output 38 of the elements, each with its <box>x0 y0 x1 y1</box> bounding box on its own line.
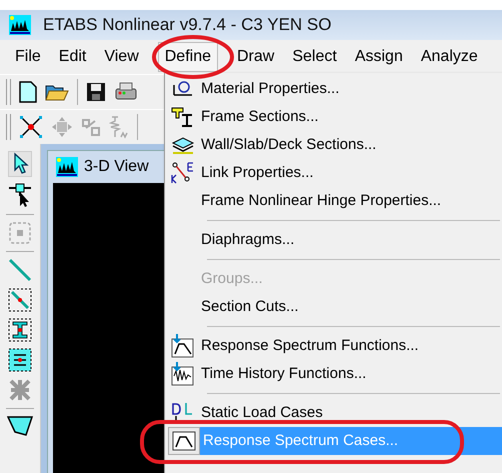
material-icon <box>172 79 194 99</box>
app-icon <box>56 157 78 177</box>
menu-item[interactable]: Wall/Slab/Deck Sections... <box>198 131 502 159</box>
menu-item[interactable]: Define <box>158 42 218 72</box>
pointer-node-icon[interactable] <box>8 182 32 208</box>
menu-item[interactable]: Static Load Cases <box>198 399 502 427</box>
pointer-icon[interactable] <box>9 152 31 176</box>
spectrum-function-icon <box>171 334 195 358</box>
polygon-icon[interactable] <box>7 415 33 437</box>
line-icon[interactable] <box>8 258 32 282</box>
time-history-function-icon <box>171 362 195 386</box>
menu-item[interactable]: Select <box>285 42 344 72</box>
spectrum-case-icon <box>172 431 196 451</box>
save-icon[interactable] <box>86 82 106 102</box>
app-icon <box>9 15 31 35</box>
menu-item[interactable]: Frame Nonlinear Hinge Properties... <box>198 187 502 215</box>
link-icon <box>171 161 195 185</box>
menu-item[interactable]: Edit <box>52 42 94 72</box>
node-icon[interactable] <box>19 115 43 139</box>
menu-item[interactable]: Link Properties... <box>198 159 502 187</box>
menu-item[interactable]: Analyze <box>414 42 485 72</box>
select-line-icon[interactable] <box>8 288 32 312</box>
child-window-title: 3-D View <box>84 158 149 176</box>
menu-item[interactable]: Frame Sections... <box>198 103 502 131</box>
list-box-icon[interactable] <box>8 348 32 372</box>
menu-item[interactable]: Diaphragms... <box>198 226 502 254</box>
new-file-icon[interactable] <box>19 81 37 103</box>
menu-item[interactable]: File <box>8 42 48 72</box>
window-title: ETABS Nonlinear v9.7.4 - C3 YEN SO <box>43 15 332 35</box>
frame-section-icon <box>171 106 195 128</box>
beam-box-icon[interactable] <box>8 318 32 342</box>
menu-item[interactable]: View <box>97 42 146 72</box>
menu-item[interactable]: Time History Functions... <box>198 360 502 388</box>
menu-item[interactable]: Section Cuts... <box>198 293 502 321</box>
menu-item[interactable]: Draw <box>230 42 282 72</box>
slab-icon <box>171 135 195 155</box>
menu-item[interactable]: Assign <box>348 42 410 72</box>
menu-item[interactable]: Response Spectrum Functions... <box>198 332 502 360</box>
